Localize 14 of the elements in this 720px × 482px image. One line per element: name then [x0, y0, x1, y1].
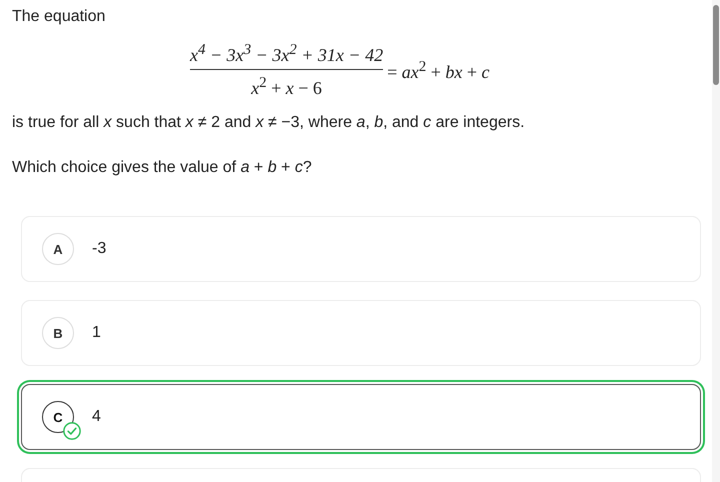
denominator: x$^{2}$ + x − 6 — [251, 74, 322, 99]
equation-right-side: = ax$^{2}$ + bx + c — [387, 58, 490, 82]
numerator: x$^{4}$ − 3x$^{3}$ − 3x$^{2}$ + 31x − 42 — [190, 41, 384, 66]
scrollbar-thumb[interactable] — [713, 5, 719, 85]
option-letter: A — [42, 233, 74, 265]
question-condition: is true for all x such that x ≠ 2 and x ≠ −3, where a, b, and c are integers. — [12, 113, 526, 133]
answer-option[interactable]: B 1 — [21, 300, 701, 366]
option-text: 4 — [92, 408, 101, 426]
option-letter: B — [42, 317, 74, 349]
question-intro: The equation — [12, 7, 106, 27]
question-prompt: Which choice gives the value of a + b + c? — [12, 158, 313, 178]
option-text: -3 — [92, 240, 106, 258]
answer-option[interactable]: A -3 — [21, 216, 701, 282]
option-text: 1 — [92, 324, 101, 342]
